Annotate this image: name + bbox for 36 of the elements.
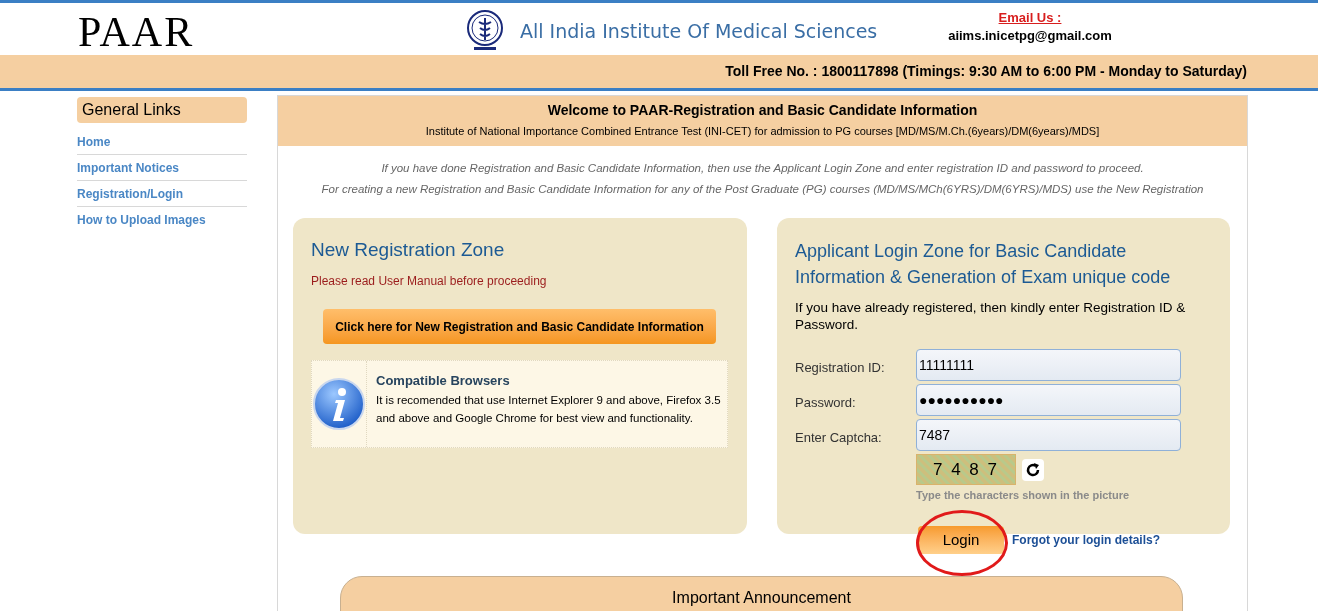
sidebar-link[interactable]: Important Notices <box>77 158 179 177</box>
captcha-hint: Type the characters shown in the picture <box>916 488 1131 503</box>
sidebar-heading: General Links <box>77 97 247 123</box>
refresh-button[interactable] <box>1022 458 1044 481</box>
login-intro-text: If you have already registered, then kindly enter Registration ID & Password. <box>795 299 1187 333</box>
announcement-title: Important Announcement <box>672 588 851 608</box>
site-title: All India Institute Of Medical Sciences <box>520 19 878 44</box>
email-link[interactable]: Email Us : <box>998 10 1062 26</box>
welcome-subtitle: Institute of National Importance Combined Entrance Test (INI-CET) for admission to PG courses [MD/MS/M.Ch.(6years)/DM(6years)/MDS] <box>425 124 1100 139</box>
field-label: Enter Captcha: <box>795 429 883 448</box>
sidebar-link[interactable]: How to Upload Images <box>77 211 206 229</box>
field-label: Password: <box>795 394 857 413</box>
captcha-image: 7 4 8 7 <box>916 454 1016 485</box>
field-label: Registration ID: <box>795 359 886 378</box>
email-address: aiims.inicetpg@gmail.com <box>948 27 1112 45</box>
input-field[interactable]: ●●●●●●●●●● <box>916 384 1181 416</box>
warning-text: Please read User Manual before proceeding <box>311 273 548 290</box>
emblem-icon <box>466 10 504 52</box>
refresh-icon <box>1025 461 1041 478</box>
welcome-title: Welcome to PAAR-Registration and Basic Candidate Information <box>547 101 978 120</box>
login-button[interactable]: Login <box>918 526 1004 554</box>
zone-heading: Applicant Login Zone for Basic Candidate Information & Generation of Exam unique code <box>795 240 1172 289</box>
toll-free-text: Toll Free No. : 1800117898 (Timings: 9:30 AM to 6:00 PM - Monday to Saturday) <box>725 62 1247 81</box>
sidebar-link[interactable]: Registration/Login <box>77 184 183 203</box>
sidebar-link[interactable]: Home <box>77 132 111 151</box>
instruction-text: If you have done Registration and Basic Candidate Information, then use the Applicant Login Zone and enter registration ID and password to proceed. <box>381 161 1144 176</box>
input-field[interactable]: 11111111 <box>916 349 1181 381</box>
info-title: Compatible Browsers <box>376 372 511 390</box>
site-logo: PAAR <box>78 9 195 55</box>
input-field[interactable]: 7487 <box>916 419 1181 451</box>
forgot-login-link[interactable]: Forgot your login details? <box>1012 531 1160 549</box>
info-text: It is recomended that use Internet Explorer 9 and above, Firefox 3.5 and above and Google Chrome for best view and functionality. <box>376 392 721 426</box>
new-registration-button[interactable]: Click here for New Registration and Basic Candidate Information <box>323 309 716 344</box>
instruction-text: For creating a new Registration and Basic Candidate Information for any of the Post Graduate (PG) courses (MD/MS/MCh(6YRS)/DM(6YRS)/MDS) use the New Registration <box>321 182 1204 197</box>
info-icon <box>312 377 366 431</box>
zone-heading: New Registration Zone <box>311 238 506 262</box>
